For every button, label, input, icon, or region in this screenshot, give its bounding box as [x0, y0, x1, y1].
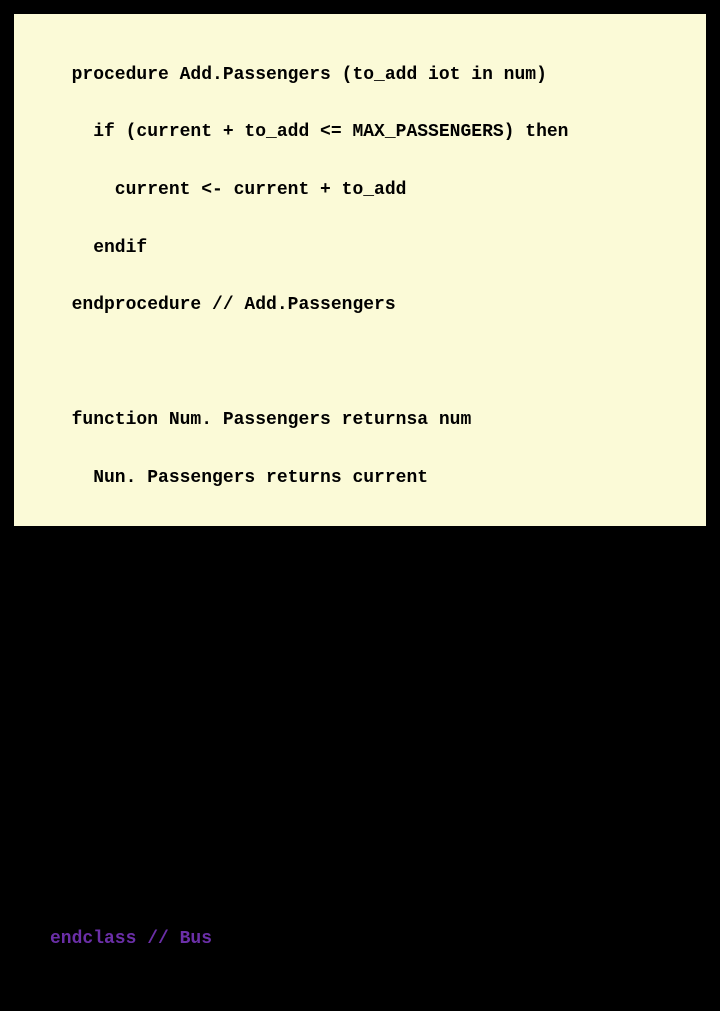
code-line: current <- current + to_add [50, 176, 678, 205]
code-line: procedure Add.Passengers (to_add iot in … [50, 61, 678, 90]
endclass-line: endclass // Bus [50, 925, 678, 954]
code-line: endif [50, 234, 678, 263]
code-line: endprocedure // Remove. Passengers [50, 867, 678, 896]
code-line: current <- current – to_remove [50, 752, 678, 781]
code-panel: procedure Add.Passengers (to_add iot in … [10, 10, 710, 530]
code-line: Nun. Passengers returns current [50, 464, 678, 493]
code-line: if (current + to_add <= MAX_PASSENGERS) … [50, 118, 678, 147]
code-line: endfunction // Num. Passengers [50, 522, 678, 551]
code-block: procedure Add.Passengers (to_add iot in … [50, 32, 678, 1011]
blank-line [50, 349, 678, 378]
code-line: if (current >= to_remove) then [50, 694, 678, 723]
blank-line [50, 579, 678, 608]
code-line: endprocedure // Add.Passengers [50, 291, 678, 320]
slide-frame: procedure Add.Passengers (to_add iot in … [0, 0, 720, 540]
code-line: endif [50, 810, 678, 839]
code-line: procedure Remove. Passengers (to_remove … [50, 637, 678, 666]
code-line: function Num. Passengers returnsa num [50, 406, 678, 435]
